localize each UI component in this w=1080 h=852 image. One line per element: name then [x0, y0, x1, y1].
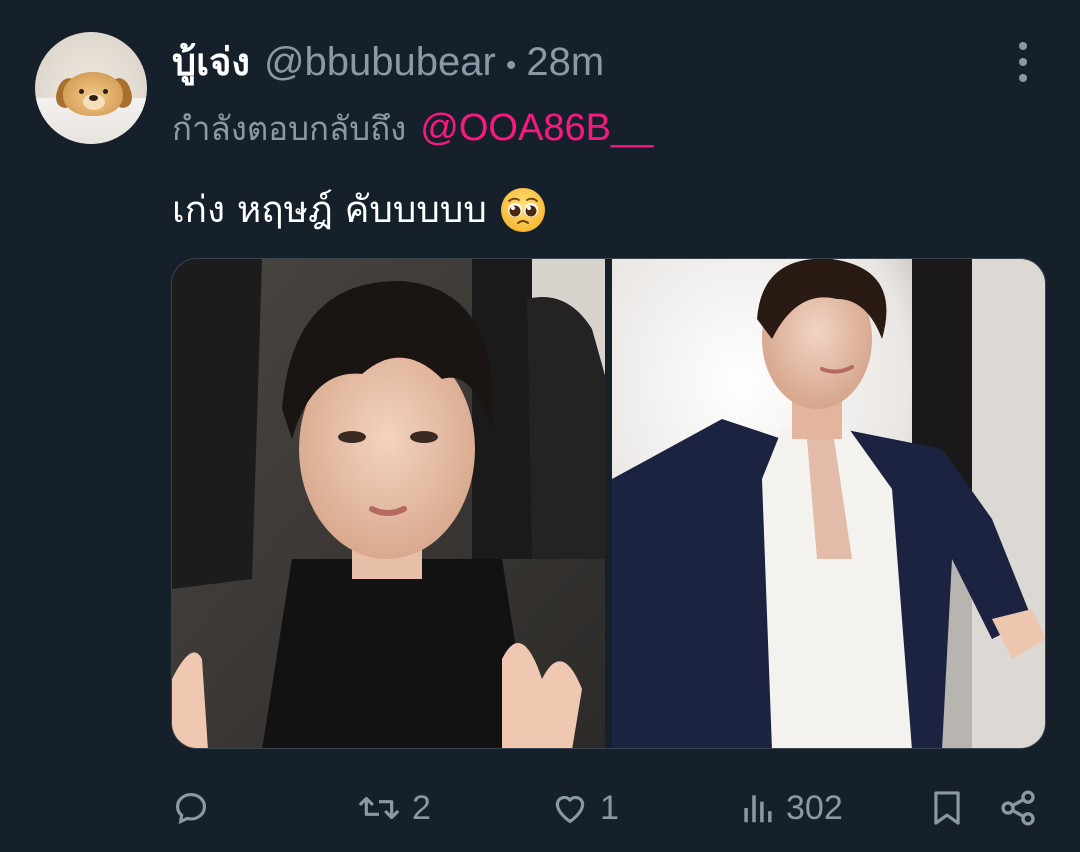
more-options-button[interactable] — [1008, 40, 1038, 84]
reply-to-mention[interactable]: @OOA86B__ — [420, 107, 653, 149]
retweet-button[interactable]: 2 — [356, 772, 431, 844]
share-icon — [1001, 790, 1035, 826]
avatar-nose — [89, 95, 98, 101]
views-chart-icon — [744, 795, 772, 823]
heart-icon — [555, 795, 585, 824]
replying-to: กำลังตอบกลับถึง @OOA86B__ — [172, 104, 653, 152]
photo-1-image — [172, 259, 605, 748]
media-grid — [171, 258, 1046, 749]
like-count: 1 — [600, 788, 619, 827]
avatar-eye-left — [79, 89, 84, 94]
reply-button[interactable] — [172, 772, 220, 844]
retweet-count: 2 — [412, 788, 431, 827]
more-dot-icon — [1019, 58, 1027, 66]
retweet-icon — [359, 796, 399, 820]
bookmark-icon — [934, 791, 960, 825]
separator-dot: • — [505, 49, 517, 82]
tweet-text-content: เก่ง หฤษฎ์ คับบบบบ — [172, 188, 487, 231]
share-button[interactable] — [998, 772, 1038, 844]
display-name[interactable]: บู้เจ่ง — [172, 38, 250, 86]
tweet-card[interactable]: บู้เจ่ง @bbububear • 28m กำลังตอบกลับถึง… — [0, 0, 1080, 852]
avatar-eye-right — [103, 89, 108, 94]
tweet-text: เก่ง หฤษฎ์ คับบบบบ — [172, 184, 547, 236]
more-dot-icon — [1019, 74, 1027, 82]
action-bar: 2 1 302 — [0, 772, 1080, 844]
views-count: 302 — [786, 788, 843, 827]
timestamp[interactable]: 28m — [526, 38, 604, 86]
tweet-header: บู้เจ่ง @bbububear • 28m — [172, 38, 604, 86]
reply-icon — [175, 792, 207, 825]
photo-1[interactable] — [172, 259, 605, 748]
views-button[interactable]: 302 — [738, 772, 843, 844]
replying-to-label: กำลังตอบกลับถึง — [172, 109, 407, 148]
avatar[interactable] — [35, 32, 147, 144]
photo-2[interactable] — [612, 259, 1045, 748]
more-dot-icon — [1019, 42, 1027, 50]
pleading-face-icon — [500, 188, 545, 232]
user-handle[interactable]: @bbububear — [264, 38, 496, 86]
like-button[interactable]: 1 — [550, 772, 619, 844]
photo-2-image — [612, 259, 1045, 748]
bookmark-button[interactable] — [930, 772, 964, 844]
